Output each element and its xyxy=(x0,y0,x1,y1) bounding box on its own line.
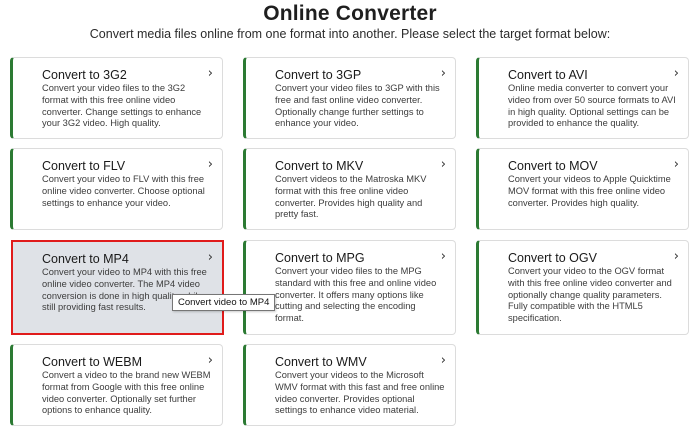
card-title: Convert to 3G2 xyxy=(42,68,127,82)
chevron-right-icon: › xyxy=(440,353,446,368)
page-title: Online Converter xyxy=(263,2,437,25)
card-description: Convert your video to FLV with this free… xyxy=(42,174,205,208)
chevron-right-icon: › xyxy=(207,250,213,265)
card-title: Convert to FLV xyxy=(42,159,126,173)
card-description: Convert your video files to the MPG stan… xyxy=(275,266,437,324)
card-convert-mkv[interactable]: Convert to MKV › Convert videos to the M… xyxy=(243,148,456,230)
card-description: Convert a video to the brand new WEBM fo… xyxy=(42,370,211,416)
chevron-right-icon: › xyxy=(440,157,446,172)
card-description: Convert your videos to the Microsoft WMV… xyxy=(275,370,445,416)
card-title: Convert to MPG xyxy=(275,251,365,265)
chevron-right-icon: › xyxy=(440,249,446,264)
chevron-right-icon: › xyxy=(673,249,679,264)
card-title: Convert to WMV xyxy=(275,355,367,369)
card-description: Online media converter to convert your v… xyxy=(508,83,676,129)
card-description: Convert your videos to Apple Quicktime M… xyxy=(508,174,671,208)
card-description: Convert your video files to the 3G2 form… xyxy=(42,83,202,129)
card-convert-3gp[interactable]: Convert to 3GP › Convert your video file… xyxy=(243,57,456,139)
card-title: Convert to WEBM xyxy=(42,355,143,369)
card-convert-avi[interactable]: Convert to AVI › Online media converter … xyxy=(476,57,689,139)
card-description: Convert your video to the OGV format wit… xyxy=(508,266,672,324)
card-title: Convert to MOV xyxy=(508,159,598,173)
chevron-right-icon: › xyxy=(207,157,213,172)
tooltip: Convert video to MP4 xyxy=(172,294,276,311)
card-convert-ogv[interactable]: Convert to OGV › Convert your video to t… xyxy=(476,240,689,335)
card-convert-mp4[interactable]: Convert to MP4 › Convert your video to M… xyxy=(11,240,224,335)
page-subtitle: Convert media files online from one form… xyxy=(89,27,611,41)
card-convert-mpg[interactable]: Convert to MPG › Convert your video file… xyxy=(243,240,456,335)
chevron-right-icon: › xyxy=(207,353,213,368)
card-title: Convert to MKV xyxy=(275,159,364,173)
card-description: Convert videos to the Matroska MKV forma… xyxy=(275,174,427,220)
card-title: Convert to 3GP xyxy=(275,68,362,82)
card-convert-webm[interactable]: Convert to WEBM › Convert a video to the… xyxy=(10,344,223,426)
chevron-right-icon: › xyxy=(440,66,446,81)
chevron-right-icon: › xyxy=(673,157,679,172)
card-convert-mov[interactable]: Convert to MOV › Convert your videos to … xyxy=(476,148,689,230)
card-title: Convert to MP4 xyxy=(42,252,129,266)
card-title: Convert to AVI xyxy=(508,68,588,82)
card-convert-3g2[interactable]: Convert to 3G2 › Convert your video file… xyxy=(10,57,223,139)
card-convert-wmv[interactable]: Convert to WMV › Convert your videos to … xyxy=(243,344,456,426)
chevron-right-icon: › xyxy=(207,66,213,81)
chevron-right-icon: › xyxy=(673,66,679,81)
card-convert-flv[interactable]: Convert to FLV › Convert your video to F… xyxy=(10,148,223,230)
card-title: Convert to OGV xyxy=(508,251,597,265)
card-description: Convert your video files to 3GP with thi… xyxy=(275,83,440,129)
